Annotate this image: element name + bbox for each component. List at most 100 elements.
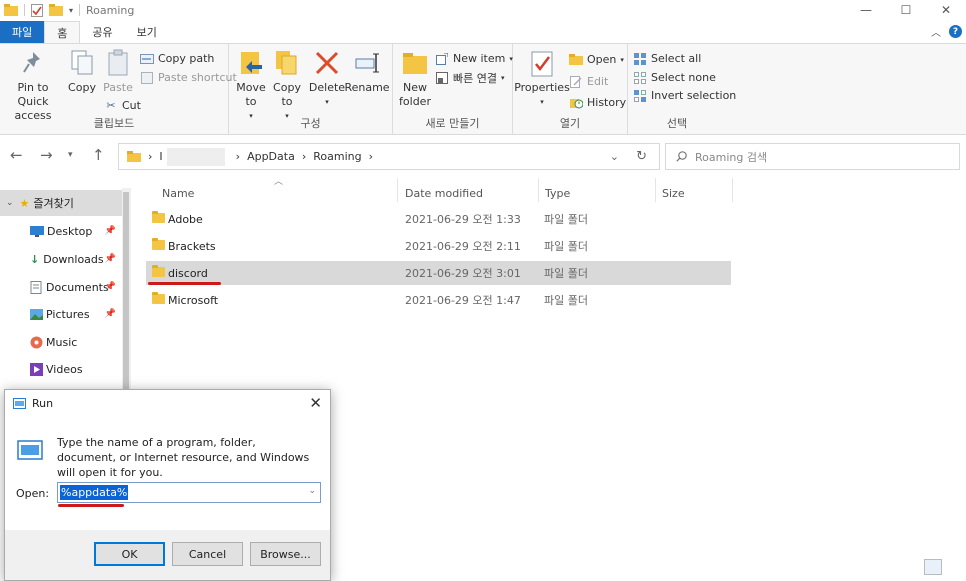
sidebar-item-label: Documents	[46, 280, 109, 294]
paste-shortcut-button[interactable]: Paste shortcut	[140, 71, 237, 84]
column-header-size[interactable]: Size	[662, 182, 685, 204]
history-button[interactable]: History	[569, 96, 626, 109]
open-input[interactable]: %appdata% ⌄	[57, 482, 321, 503]
downloads-icon: ↓	[30, 252, 40, 266]
new-group: New folder New item ▾ 빠른 연결 ▾ 새로 만들기	[393, 44, 513, 134]
table-row[interactable]: Brackets 2021-06-29 오전 2:11 파일 폴더	[146, 234, 731, 258]
open-group-label: 열기	[559, 117, 581, 130]
help-icon[interactable]: ?	[949, 25, 962, 38]
run-icon	[13, 397, 26, 409]
details-view-icon[interactable]	[924, 559, 942, 575]
delete-button[interactable]: Delete ▾	[309, 48, 345, 109]
search-box[interactable]: Roaming 검색	[665, 143, 960, 170]
tab-file[interactable]: 파일	[0, 21, 45, 43]
large-icons-view-icon[interactable]	[944, 559, 962, 575]
forward-arrow-icon[interactable]: →	[40, 146, 53, 164]
breadcrumb-roaming[interactable]: Roaming	[313, 150, 361, 163]
file-date: 2021-06-29 오전 1:33	[405, 213, 521, 226]
properties-button[interactable]: Properties ▾	[514, 48, 570, 109]
close-button[interactable]: ✕	[926, 0, 966, 20]
pin-icon: 📌	[104, 226, 116, 236]
copy-to-button[interactable]: Copy to ▾	[270, 48, 304, 123]
highlight-underline	[58, 504, 124, 507]
move-to-button[interactable]: Move to ▾	[234, 48, 268, 123]
select-all-button[interactable]: Select all	[633, 52, 701, 65]
table-row[interactable]: Microsoft 2021-06-29 오전 1:47 파일 폴더	[146, 288, 731, 312]
scissors-icon: ✂	[106, 99, 116, 112]
select-none-button[interactable]: Select none	[633, 71, 716, 84]
sidebar-item-label: Pictures	[46, 307, 90, 321]
ribbon: Pin to Quick access Copy Paste Copy path	[0, 43, 966, 135]
refresh-icon[interactable]: ↻	[636, 149, 647, 164]
search-placeholder: Roaming 검색	[695, 150, 768, 164]
invert-selection-button[interactable]: Invert selection	[633, 89, 736, 102]
address-bar[interactable]: › I › AppData › Roaming › ⌄ ↻	[118, 143, 660, 170]
properties-icon[interactable]	[31, 3, 43, 17]
new-folder-icon[interactable]	[49, 4, 63, 16]
sidebar-item-music[interactable]: Music	[0, 329, 122, 355]
run-description: Type the name of a program, folder, docu…	[57, 436, 310, 479]
title-bar: ▾ Roaming — ☐ ✕	[0, 0, 966, 20]
delete-icon	[312, 48, 342, 78]
properties-label: Properties	[514, 81, 570, 94]
sidebar-item-videos[interactable]: Videos	[0, 356, 122, 382]
column-header-name[interactable]: Name	[162, 182, 194, 204]
browse-button[interactable]: Browse...	[250, 542, 321, 566]
pin-quick-access-button[interactable]: Pin to Quick access	[3, 48, 63, 123]
move-to-label: Move to	[236, 81, 266, 108]
minimize-button[interactable]: —	[846, 0, 886, 20]
open-input-value: %appdata%	[60, 485, 129, 500]
tab-home[interactable]: 홈	[44, 21, 81, 43]
table-row[interactable]: Adobe 2021-06-29 오전 1:33 파일 폴더	[146, 207, 731, 231]
cancel-button[interactable]: Cancel	[172, 542, 243, 566]
collapse-ribbon-icon[interactable]: ︿	[931, 24, 941, 39]
edit-button[interactable]: Edit	[569, 75, 608, 88]
up-arrow-icon[interactable]: ↑	[92, 146, 105, 164]
new-item-button[interactable]: New item ▾	[435, 52, 513, 65]
close-icon[interactable]: ✕	[309, 394, 322, 412]
ok-button[interactable]: OK	[94, 542, 165, 566]
back-arrow-icon[interactable]: ←	[10, 146, 23, 164]
maximize-button[interactable]: ☐	[886, 0, 926, 20]
open-button[interactable]: Open ▾	[569, 53, 624, 66]
sidebar-item-downloads[interactable]: ↓ Downloads 📌	[0, 246, 122, 272]
file-date: 2021-06-29 오전 3:01	[405, 267, 521, 280]
new-folder-button[interactable]: New folder	[397, 48, 433, 109]
easy-access-button[interactable]: 빠른 연결 ▾	[435, 70, 505, 86]
tab-view[interactable]: 보기	[125, 21, 169, 43]
column-header-date[interactable]: Date modified	[405, 182, 483, 204]
chevron-down-icon[interactable]: ⌄	[308, 486, 316, 496]
window-controls: — ☐ ✕	[846, 0, 966, 20]
sidebar-item-pictures[interactable]: Pictures 📌	[0, 301, 122, 327]
quick-access-item[interactable]: ⌄ ★ 즐겨찾기	[0, 190, 122, 216]
music-icon	[30, 336, 43, 348]
file-date: 2021-06-29 오전 2:11	[405, 240, 521, 253]
copy-to-icon	[272, 48, 302, 78]
sidebar-item-desktop[interactable]: Desktop 📌	[0, 218, 122, 244]
organize-group-label: 구성	[300, 117, 321, 130]
sidebar-item-documents[interactable]: Documents 📌	[0, 274, 122, 300]
customize-dropdown-icon[interactable]: ▾	[69, 6, 73, 15]
cut-button[interactable]: ✂ Cut	[104, 99, 141, 112]
run-title: Run	[32, 396, 54, 410]
select-group: Select all Select none Invert selection …	[628, 44, 736, 134]
file-type: 파일 폴더	[544, 213, 588, 226]
copy-button[interactable]: Copy	[66, 48, 98, 95]
breadcrumb-root[interactable]: I	[159, 150, 162, 163]
sidebar-item-label: Videos	[46, 362, 83, 376]
rename-button[interactable]: Rename	[344, 48, 390, 95]
copy-path-button[interactable]: Copy path	[140, 52, 214, 65]
recent-locations-icon[interactable]: ▾	[68, 150, 73, 160]
scrollbar-thumb[interactable]	[123, 192, 129, 402]
paste-button[interactable]: Paste	[102, 48, 134, 95]
select-all-label: Select all	[651, 52, 702, 65]
breadcrumb-appdata[interactable]: AppData	[247, 150, 295, 163]
table-row-selected[interactable]: discord 2021-06-29 오전 3:01 파일 폴더	[146, 261, 731, 285]
tab-share[interactable]: 공유	[80, 21, 124, 43]
run-dialog: Run ✕ Type the name of a program, folder…	[4, 389, 331, 581]
column-header-type[interactable]: Type	[545, 182, 570, 204]
address-dropdown-icon[interactable]: ⌄	[610, 150, 619, 163]
easy-access-label: 빠른 연결	[453, 72, 497, 85]
desktop-icon	[30, 226, 44, 237]
properties-dropdown-icon: ▾	[540, 98, 544, 106]
